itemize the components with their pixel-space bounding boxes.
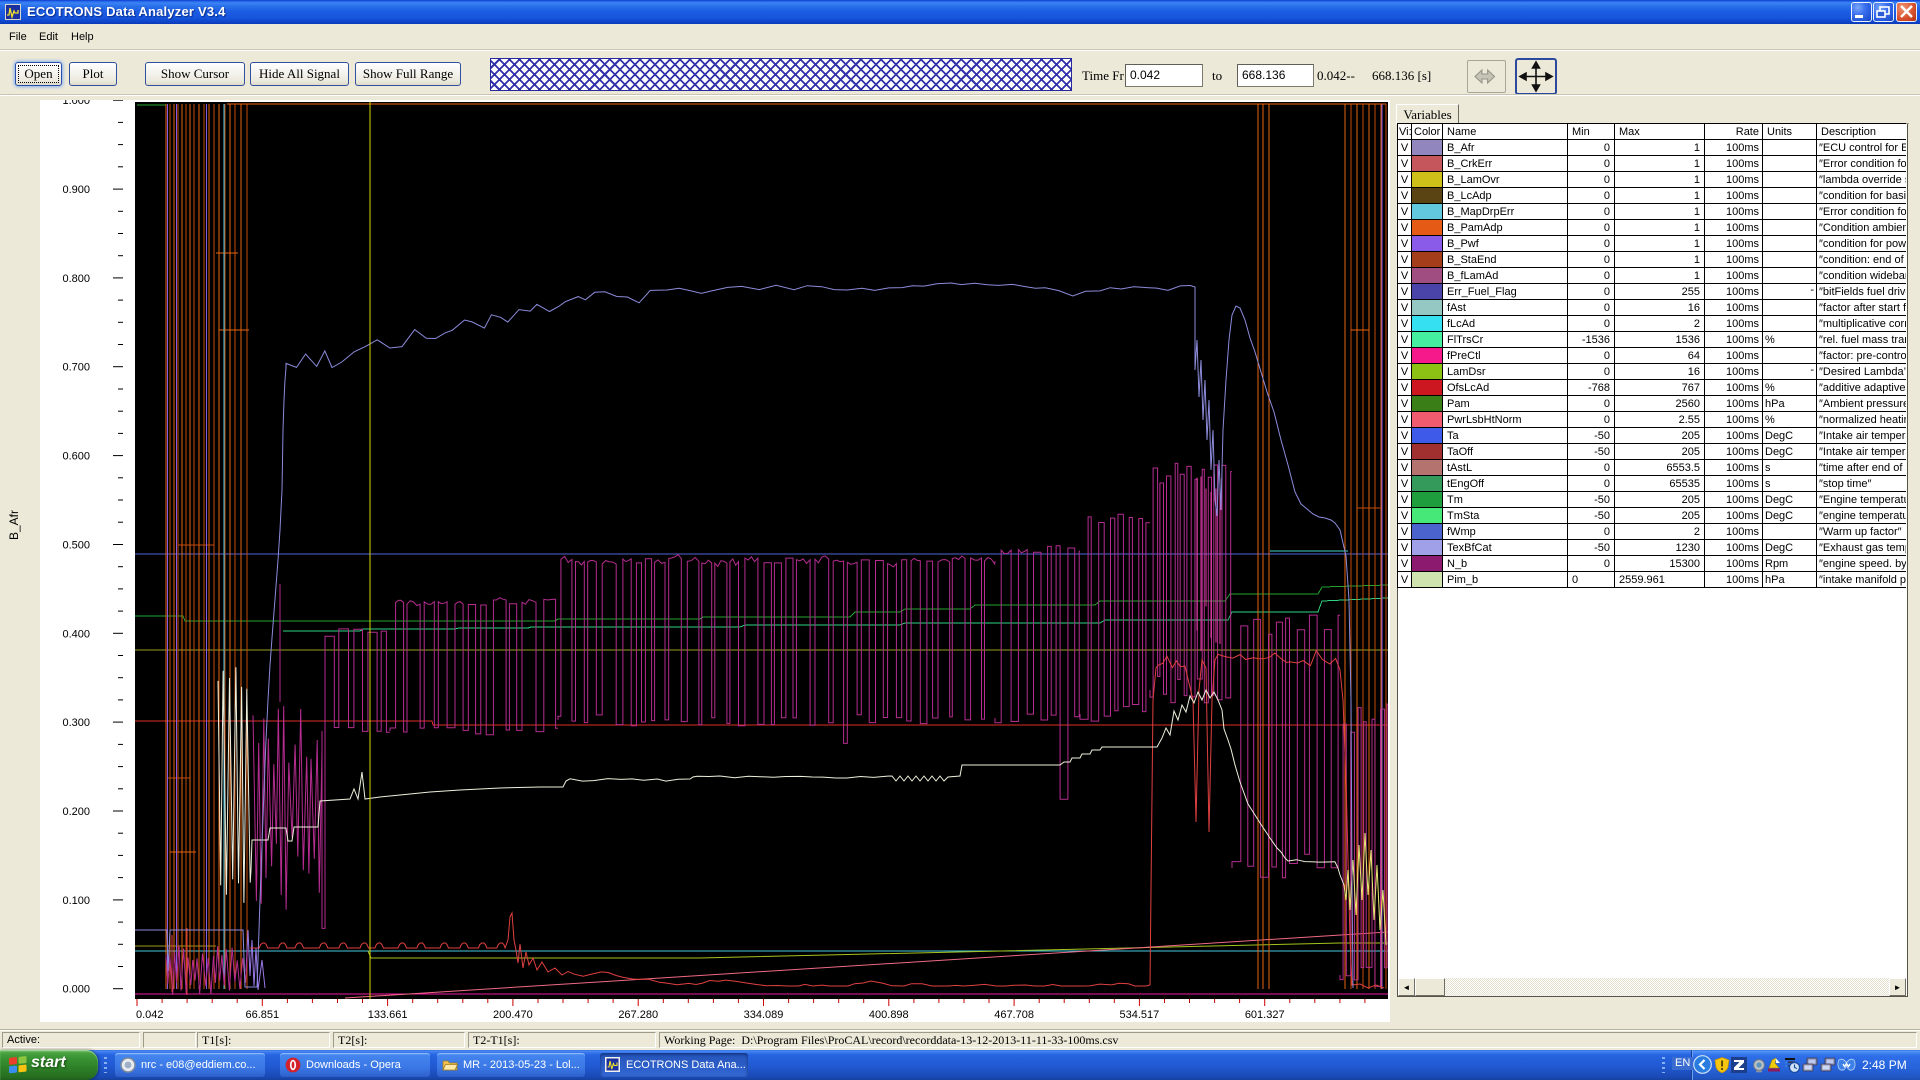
svg-text:66.851: 66.851	[245, 1009, 279, 1021]
svg-text:0.000: 0.000	[62, 984, 90, 996]
svg-text:0.400: 0.400	[62, 628, 90, 640]
svg-text:200.470: 200.470	[493, 1009, 533, 1021]
svg-text:267.280: 267.280	[618, 1009, 658, 1021]
svg-text:601.327: 601.327	[1245, 1009, 1285, 1021]
svg-text:467.708: 467.708	[994, 1009, 1034, 1021]
svg-text:133.661: 133.661	[368, 1009, 408, 1021]
svg-text:0.900: 0.900	[62, 184, 90, 196]
svg-text:0.200: 0.200	[62, 806, 90, 818]
svg-text:1.000: 1.000	[62, 96, 90, 107]
svg-text:534.517: 534.517	[1120, 1009, 1160, 1021]
svg-text:0.600: 0.600	[62, 451, 90, 463]
svg-text:0.300: 0.300	[62, 717, 90, 729]
svg-text:0.500: 0.500	[62, 540, 90, 552]
svg-text:0.042: 0.042	[136, 1009, 164, 1021]
svg-text:400.898: 400.898	[869, 1009, 909, 1021]
svg-text:334.089: 334.089	[744, 1009, 784, 1021]
svg-text:0.100: 0.100	[62, 895, 90, 907]
svg-text:0.700: 0.700	[62, 362, 90, 374]
svg-text:0.800: 0.800	[62, 273, 90, 285]
